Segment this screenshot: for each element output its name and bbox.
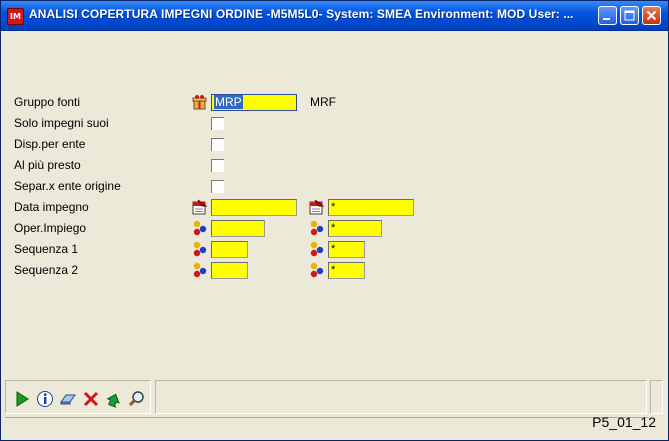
label-separ-ente-origine: Separ.x ente origine [14, 179, 121, 193]
solo-impegni-suoi-checkbox[interactable] [211, 117, 224, 130]
title-bar[interactable]: IM ANALISI COPERTURA IMPEGNI ORDINE -M5M… [1, 1, 668, 31]
close-button[interactable] [642, 6, 661, 25]
data-impegno-to-input[interactable]: * [328, 199, 414, 216]
oper-impiego-to-input[interactable]: * [328, 220, 382, 237]
minimize-button[interactable] [598, 6, 617, 25]
app-icon: IM [7, 8, 24, 25]
data-impegno-from-input[interactable] [211, 199, 297, 216]
maximize-icon [624, 10, 635, 21]
molecule-icon[interactable] [309, 241, 325, 257]
back-icon[interactable] [104, 389, 124, 409]
application-window: IM ANALISI COPERTURA IMPEGNI ORDINE -M5M… [0, 0, 669, 441]
molecule-icon[interactable] [192, 220, 208, 236]
command-toolbar [5, 380, 151, 414]
gruppo-fonti-value: MRP [214, 95, 243, 109]
molecule-icon[interactable] [309, 262, 325, 278]
zoom-icon[interactable] [127, 389, 147, 409]
label-data-impegno: Data impegno [14, 200, 89, 214]
minimize-icon [603, 18, 610, 20]
form-area: Gruppo fonti MRP MRF Solo impegni suoi D… [5, 31, 665, 436]
gruppo-fonti-input[interactable]: MRP [211, 94, 297, 111]
gruppo-fonti-description: MRF [310, 95, 336, 109]
gift-icon[interactable] [192, 94, 208, 110]
label-gruppo-fonti: Gruppo fonti [14, 95, 81, 109]
sequenza-2-from-input[interactable] [211, 262, 248, 279]
vertical-scrollbar[interactable] [650, 380, 663, 414]
maximize-button[interactable] [620, 6, 639, 25]
label-al-piu-presto: Al più presto [14, 158, 81, 172]
disp-per-ente-checkbox[interactable] [211, 138, 224, 151]
label-disp-per-ente: Disp.per ente [14, 137, 86, 151]
label-solo-impegni-suoi: Solo impegni suoi [14, 116, 109, 130]
play-icon[interactable] [12, 389, 32, 409]
oper-impiego-from-input[interactable] [211, 220, 265, 237]
molecule-icon[interactable] [309, 220, 325, 236]
sequenza-2-to-input[interactable]: * [328, 262, 365, 279]
program-code: P5_01_12 [592, 414, 656, 430]
calendar-icon[interactable] [192, 199, 208, 215]
al-piu-presto-checkbox[interactable] [211, 159, 224, 172]
molecule-icon[interactable] [192, 241, 208, 257]
message-area [155, 380, 647, 414]
eraser-icon[interactable] [58, 389, 78, 409]
window-title: ANALISI COPERTURA IMPEGNI ORDINE -M5M5L0… [29, 7, 574, 21]
molecule-icon[interactable] [192, 262, 208, 278]
status-bar [5, 417, 649, 419]
label-sequenza-1: Sequenza 1 [14, 242, 79, 256]
sequenza-1-to-input[interactable]: * [328, 241, 365, 258]
label-oper-impiego: Oper.Impiego [14, 221, 87, 235]
calendar-icon[interactable] [309, 199, 325, 215]
delete-icon[interactable] [81, 389, 101, 409]
separ-ente-origine-checkbox[interactable] [211, 180, 224, 193]
sequenza-1-from-input[interactable] [211, 241, 248, 258]
info-icon[interactable] [35, 389, 55, 409]
label-sequenza-2: Sequenza 2 [14, 263, 79, 277]
close-icon [646, 10, 657, 21]
